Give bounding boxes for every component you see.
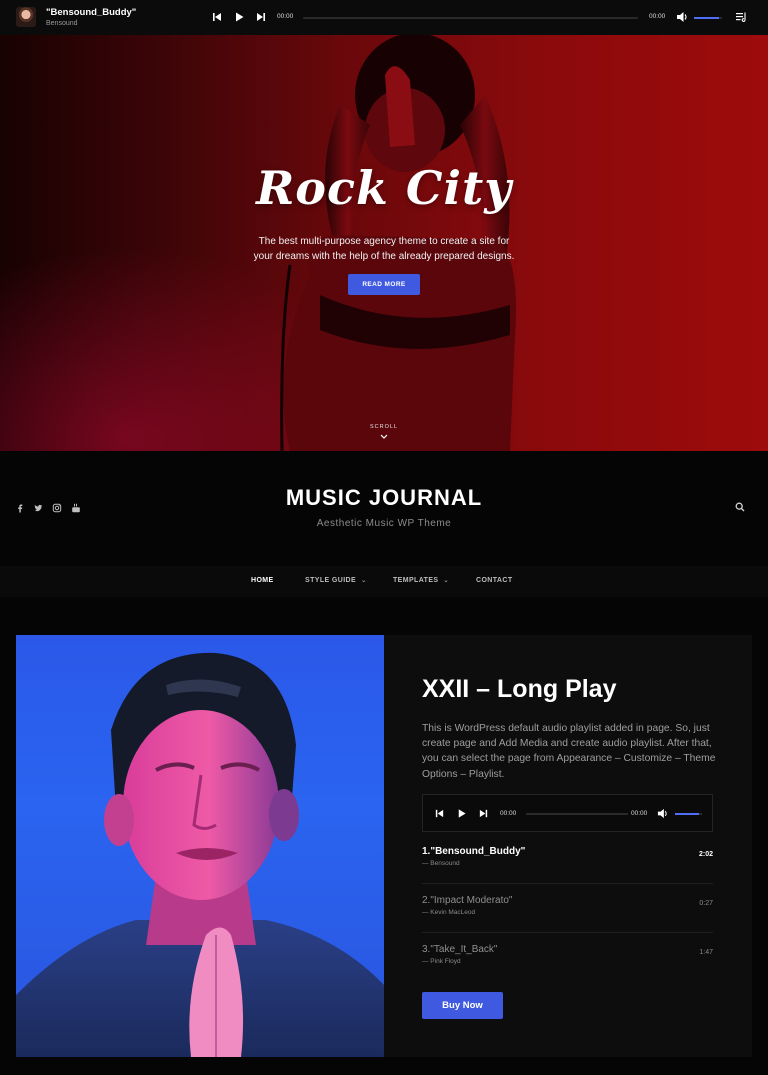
man-portrait-image [16, 652, 384, 1057]
playlist-track[interactable]: 1."Bensound_Buddy" — Bensound 2:02 [422, 835, 713, 884]
hero-subtitle: The best multi-purpose agency theme to c… [0, 234, 768, 264]
track-duration: 1:47 [699, 949, 713, 956]
nav-item-label: HOME [251, 577, 274, 584]
playlist-icon[interactable] [735, 11, 747, 23]
track-title: "Take_It_Back" [430, 944, 498, 955]
top-audio-player: "Bensound_Buddy" Bensound 00:00 00:00 [0, 0, 768, 35]
player-current-time: 00:00 [277, 13, 294, 20]
album-description: This is WordPress default audio playlist… [422, 723, 716, 780]
track-name: 2."Impact Moderato" [422, 895, 512, 906]
volume-level [675, 813, 700, 815]
track-thumbnail [16, 7, 36, 27]
track-name: 1."Bensound_Buddy" [422, 846, 525, 857]
album-card: XXII – Long Play This is WordPress defau… [384, 635, 752, 1057]
track-title: "Impact Moderato" [430, 895, 513, 906]
search-icon[interactable] [735, 502, 745, 512]
nav-item-home[interactable]: HOME [251, 577, 274, 584]
skip-back-icon[interactable] [434, 808, 445, 819]
chevron-down-icon[interactable] [379, 433, 389, 441]
track-artist: — Bensound [422, 860, 460, 867]
skip-forward-icon[interactable] [478, 808, 489, 819]
track-duration: 2:02 [698, 851, 713, 858]
hero-subtitle-line: The best multi-purpose agency theme to c… [258, 236, 510, 247]
chevron-down-icon: ⌄ [361, 578, 367, 584]
nav-item-contact[interactable]: CONTACT [476, 577, 513, 584]
playlist-track[interactable]: 2."Impact Moderato" — Kevin MacLeod 0:27 [422, 884, 713, 933]
hero-subtitle-line: your dreams with the help of the already… [253, 251, 515, 262]
track-title: "Bensound_Buddy" [430, 846, 526, 857]
hero-banner: Rock City The best multi-purpose agency … [0, 35, 768, 451]
volume-slider[interactable] [694, 16, 722, 19]
play-icon[interactable] [456, 808, 467, 819]
playlist-progress-bar[interactable] [526, 813, 628, 815]
site-title[interactable]: MUSIC JOURNAL [0, 485, 768, 511]
player-total-time: 00:00 [649, 13, 666, 20]
track-name: 3."Take_It_Back" [422, 944, 497, 955]
volume-slider[interactable] [675, 813, 702, 815]
album-artist-photo [16, 635, 384, 1057]
track-artist: — Kevin MacLeod [422, 909, 476, 916]
main-navigation: HOME STYLE GUIDE ⌄ TEMPLATES ⌄ CONTACT [0, 566, 768, 597]
album-title: XXII – Long Play [422, 675, 617, 703]
nav-item-label: CONTACT [476, 577, 513, 584]
playlist-track[interactable]: 3."Take_It_Back" — Pink Floyd 1:47 [422, 933, 713, 982]
skip-back-icon[interactable] [211, 11, 223, 23]
player-progress-bar[interactable] [303, 16, 638, 19]
buy-now-button[interactable]: Buy Now [422, 992, 503, 1019]
scroll-label[interactable]: SCROLL [0, 424, 768, 430]
volume-level [694, 16, 720, 19]
nav-item-label: STYLE GUIDE [305, 577, 357, 584]
site-tagline: Aesthetic Music WP Theme [316, 518, 452, 529]
playlist-total-time: 00:00 [631, 810, 648, 817]
player-track-artist: Bensound [46, 20, 78, 27]
skip-forward-icon[interactable] [255, 11, 267, 23]
play-icon[interactable] [233, 11, 245, 23]
track-duration: 0:27 [699, 900, 713, 907]
nav-item-style-guide[interactable]: STYLE GUIDE ⌄ [305, 577, 367, 584]
chevron-down-icon: ⌄ [443, 578, 449, 584]
volume-icon[interactable] [676, 11, 688, 23]
read-more-button[interactable]: READ MORE [348, 274, 420, 295]
site-header: MUSIC JOURNAL Aesthetic Music WP Theme [0, 451, 768, 565]
nav-item-templates[interactable]: TEMPLATES ⌄ [393, 577, 449, 584]
playlist-audio-player: 00:00 00:00 [422, 794, 713, 832]
hero-title: Rock City [256, 161, 512, 215]
player-track-title: "Bensound_Buddy" [46, 7, 137, 18]
track-artist: — Pink Floyd [422, 958, 461, 965]
playlist-current-time: 00:00 [500, 810, 517, 817]
nav-item-label: TEMPLATES [393, 577, 439, 584]
volume-icon[interactable] [657, 808, 668, 819]
